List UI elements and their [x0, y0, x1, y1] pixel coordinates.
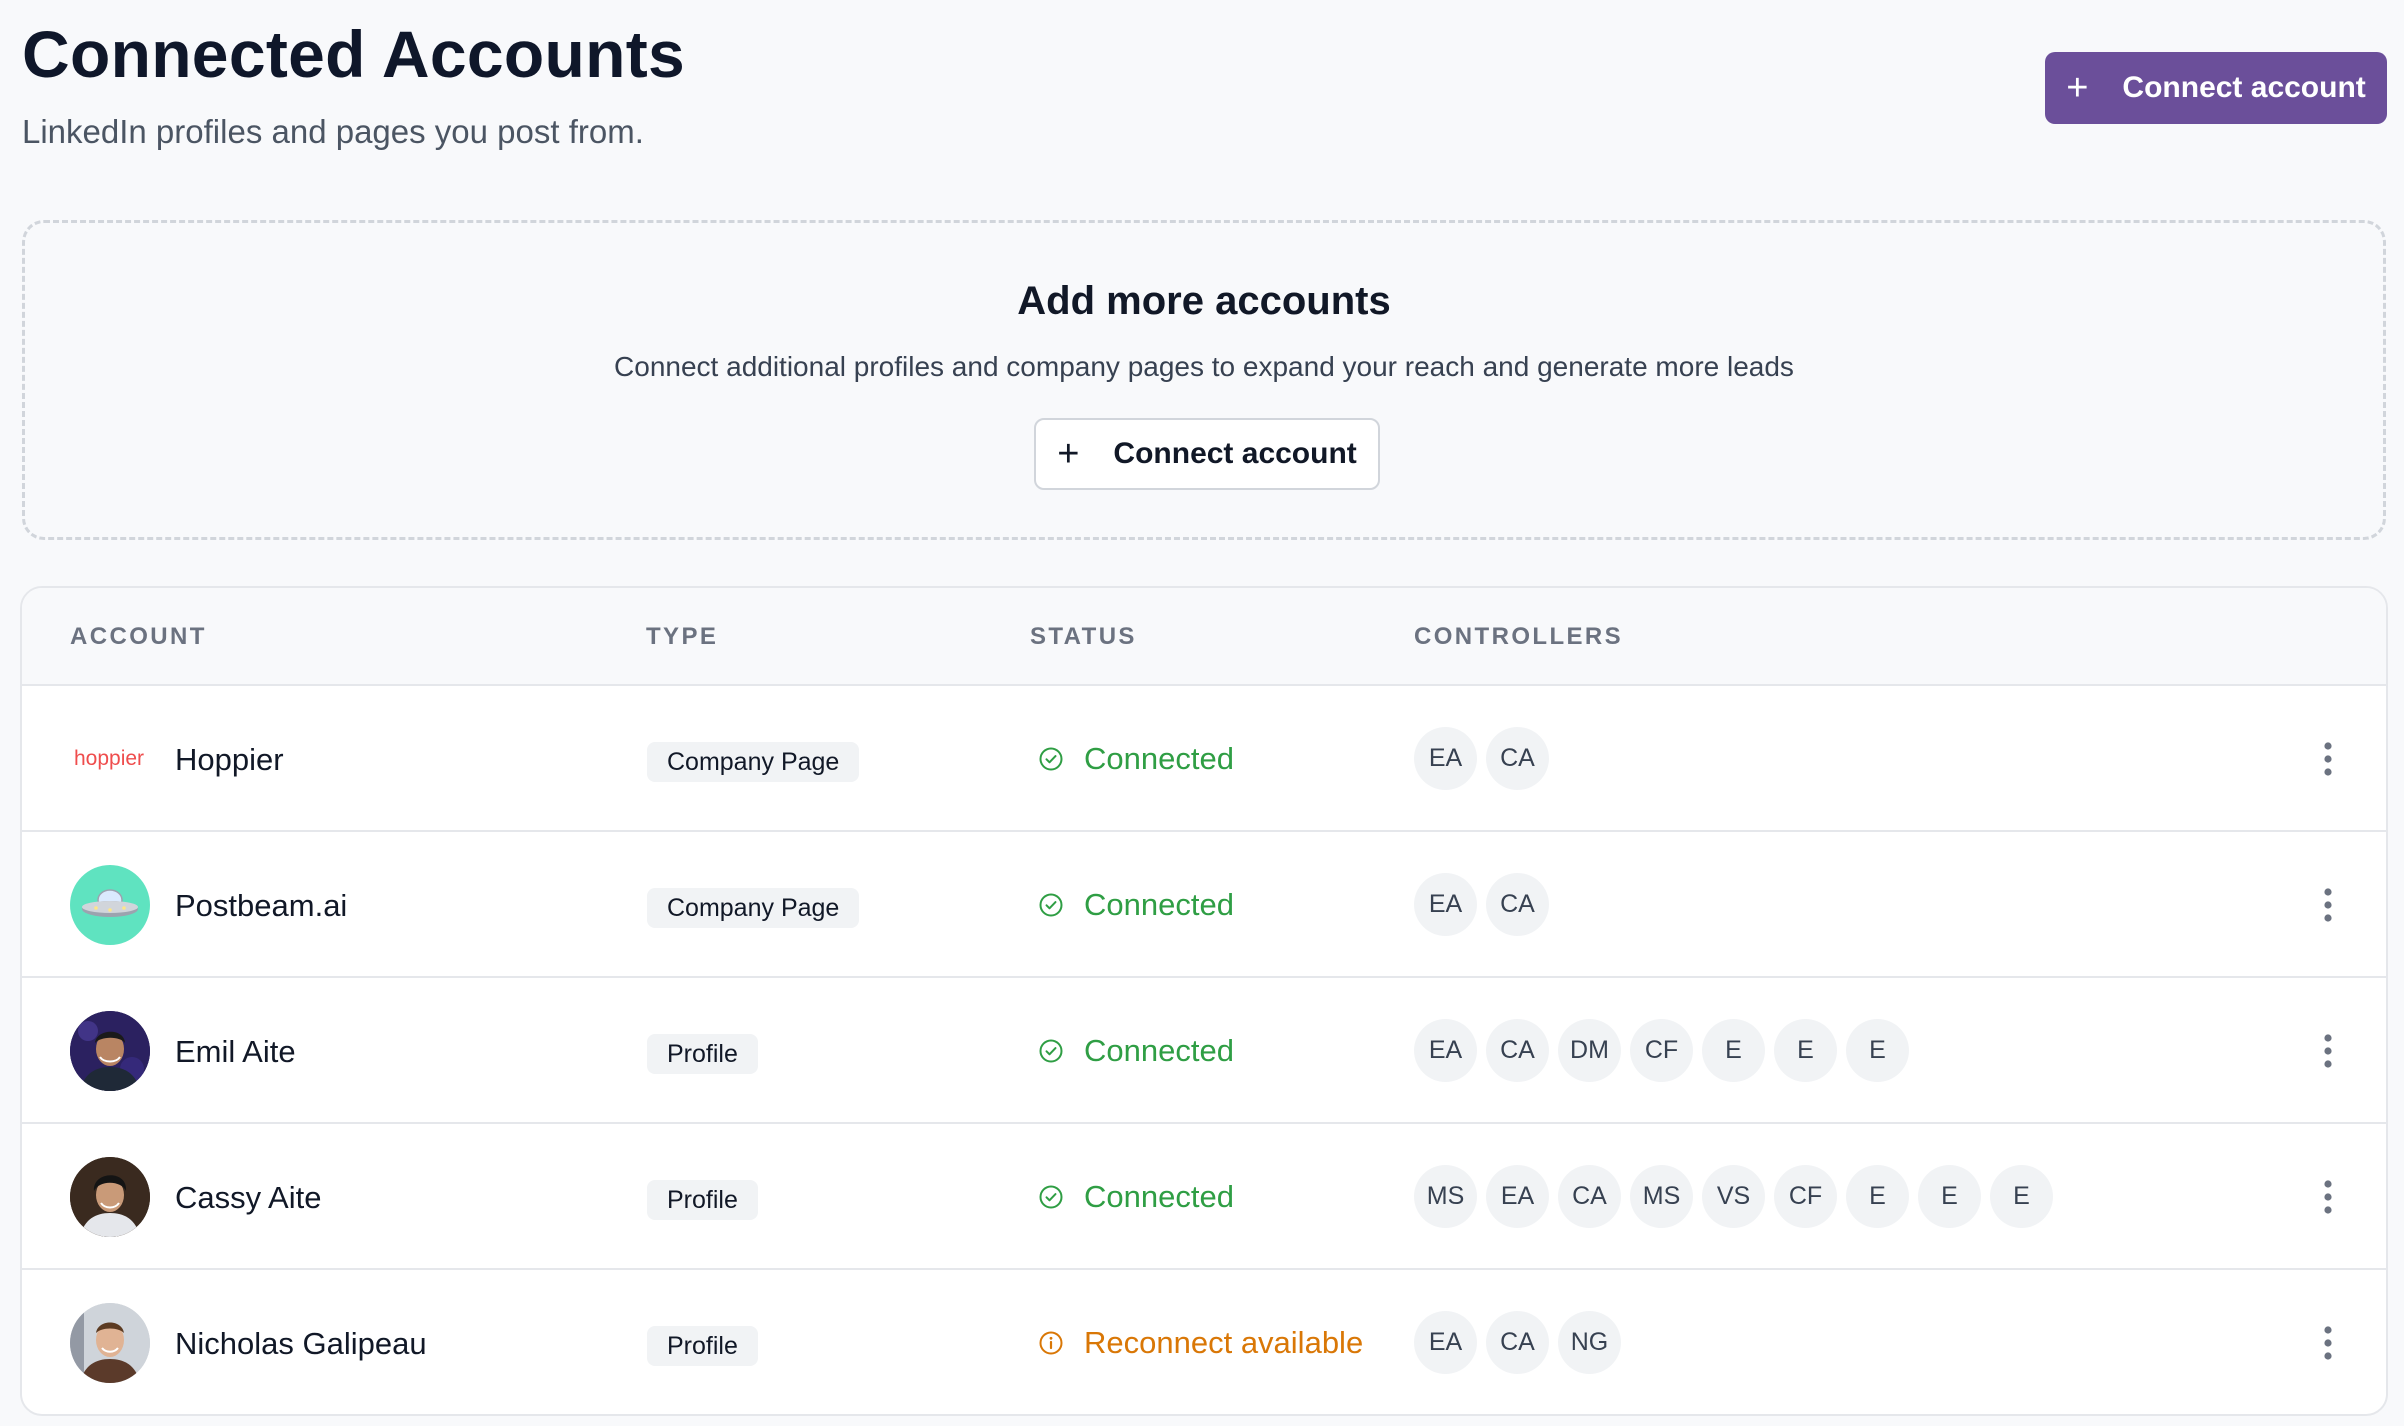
connect-account-button[interactable]: + Connect account — [2045, 52, 2387, 124]
status-indicator: Connected — [1038, 1176, 1234, 1218]
controller-avatar: EA — [1414, 727, 1477, 790]
more-vertical-icon — [2324, 1180, 2332, 1214]
row-actions-menu-button[interactable] — [2300, 1169, 2356, 1225]
status-indicator: Connected — [1038, 738, 1234, 780]
controller-avatar: EA — [1486, 1165, 1549, 1228]
account-name: Nicholas Galipeau — [175, 1326, 427, 1361]
controller-avatar: CA — [1486, 1311, 1549, 1374]
controller-avatar: E — [1774, 1019, 1837, 1082]
plus-icon: + — [1057, 433, 1080, 475]
controller-avatar: DM — [1558, 1019, 1621, 1082]
more-vertical-icon — [2324, 1326, 2332, 1360]
controller-avatar: CA — [1558, 1165, 1621, 1228]
check-circle-icon — [1038, 892, 1064, 918]
more-vertical-icon — [2324, 1034, 2332, 1068]
type-badge: Profile — [647, 1034, 758, 1074]
controller-avatar: E — [1702, 1019, 1765, 1082]
check-circle-icon — [1038, 746, 1064, 772]
type-badge: Profile — [647, 1180, 758, 1220]
controllers-list: EA CA NG — [1414, 1311, 1621, 1374]
controller-avatar: EA — [1414, 873, 1477, 936]
row-actions-menu-button[interactable] — [2300, 731, 2356, 787]
controller-avatar: MS — [1414, 1165, 1477, 1228]
table-row[interactable]: Nicholas Galipeau Profile Reconnect avai… — [22, 1270, 2386, 1414]
page-subtitle: LinkedIn profiles and pages you post fro… — [22, 113, 644, 150]
controllers-list: EA CA DM CF E E E — [1414, 1019, 1909, 1082]
status-label: Connected — [1084, 741, 1234, 776]
row-actions-menu-button[interactable] — [2300, 1023, 2356, 1079]
account-name: Emil Aite — [175, 1034, 296, 1069]
status-indicator: Reconnect available — [1038, 1322, 1363, 1364]
column-header-controllers: CONTROLLERS — [1414, 623, 1624, 650]
controllers-list: MS EA CA MS VS CF E E E — [1414, 1165, 2053, 1228]
person-photo-icon — [70, 1157, 150, 1237]
status-indicator: Connected — [1038, 1030, 1234, 1072]
status-label: Connected — [1084, 1179, 1234, 1214]
hoppier-logo: hoppier — [74, 747, 145, 770]
table-header: ACCOUNT TYPE STATUS CONTROLLERS — [22, 588, 2386, 686]
add-more-accounts-panel: Add more accounts Connect additional pro… — [22, 220, 2386, 540]
connected-accounts-page: Connected Accounts LinkedIn profiles and… — [0, 0, 2404, 1426]
account-name: Cassy Aite — [175, 1180, 322, 1215]
controller-avatar: EA — [1414, 1311, 1477, 1374]
controller-avatar: CA — [1486, 1019, 1549, 1082]
controller-avatar: E — [1846, 1019, 1909, 1082]
controller-avatar: NG — [1558, 1311, 1621, 1374]
type-badge: Company Page — [647, 742, 860, 782]
plus-icon: + — [2066, 67, 2089, 109]
controller-avatar: E — [1918, 1165, 1981, 1228]
type-badge: Profile — [647, 1326, 758, 1366]
controller-avatar: CA — [1486, 873, 1549, 936]
connect-account-button-label: Connect account — [2122, 71, 2366, 104]
status-label: Connected — [1084, 887, 1234, 922]
controller-avatar: E — [1990, 1165, 2053, 1228]
column-header-type: TYPE — [646, 623, 719, 650]
row-actions-menu-button[interactable] — [2300, 877, 2356, 933]
add-more-accounts-description: Connect additional profiles and company … — [614, 351, 1794, 382]
page-title: Connected Accounts — [22, 17, 686, 91]
more-vertical-icon — [2324, 742, 2332, 776]
table-row[interactable]: hoppier Hoppier Company Page Connected E… — [22, 686, 2386, 832]
ufo-icon — [70, 865, 150, 945]
controller-avatar: CF — [1774, 1165, 1837, 1228]
add-more-accounts-title: Add more accounts — [1017, 279, 1391, 323]
controller-avatar: CA — [1486, 727, 1549, 790]
controller-avatar: EA — [1414, 1019, 1477, 1082]
accounts-table: ACCOUNT TYPE STATUS CONTROLLERS hoppier … — [20, 586, 2388, 1416]
status-label: Reconnect available — [1084, 1325, 1364, 1360]
more-vertical-icon — [2324, 888, 2332, 922]
status-indicator: Connected — [1038, 884, 1234, 926]
check-circle-icon — [1038, 1038, 1064, 1064]
person-photo-icon — [70, 1011, 150, 1091]
info-circle-icon — [1038, 1330, 1064, 1356]
account-name: Postbeam.ai — [175, 888, 348, 923]
add-box-connect-account-button[interactable]: + Connect account — [1034, 418, 1380, 490]
column-header-account: ACCOUNT — [70, 623, 207, 650]
controller-avatar: MS — [1630, 1165, 1693, 1228]
table-row[interactable]: Postbeam.ai Company Page Connected EA CA — [22, 832, 2386, 978]
controllers-list: EA CA — [1414, 727, 1549, 790]
add-box-connect-account-label: Connect account — [1113, 437, 1357, 470]
status-label: Connected — [1084, 1033, 1234, 1068]
table-row[interactable]: Emil Aite Profile Connected EA CA DM CF E E E — [22, 978, 2386, 1124]
controllers-list: EA CA — [1414, 873, 1549, 936]
controller-avatar: VS — [1702, 1165, 1765, 1228]
check-circle-icon — [1038, 1184, 1064, 1210]
controller-avatar: E — [1846, 1165, 1909, 1228]
row-actions-menu-button[interactable] — [2300, 1315, 2356, 1371]
account-name: Hoppier — [175, 742, 284, 777]
controller-avatar: CF — [1630, 1019, 1693, 1082]
column-header-status: STATUS — [1030, 623, 1137, 650]
person-photo-icon — [70, 1303, 150, 1383]
type-badge: Company Page — [647, 888, 860, 928]
table-row[interactable]: Cassy Aite Profile Connected MS EA CA MS VS C… — [22, 1124, 2386, 1270]
